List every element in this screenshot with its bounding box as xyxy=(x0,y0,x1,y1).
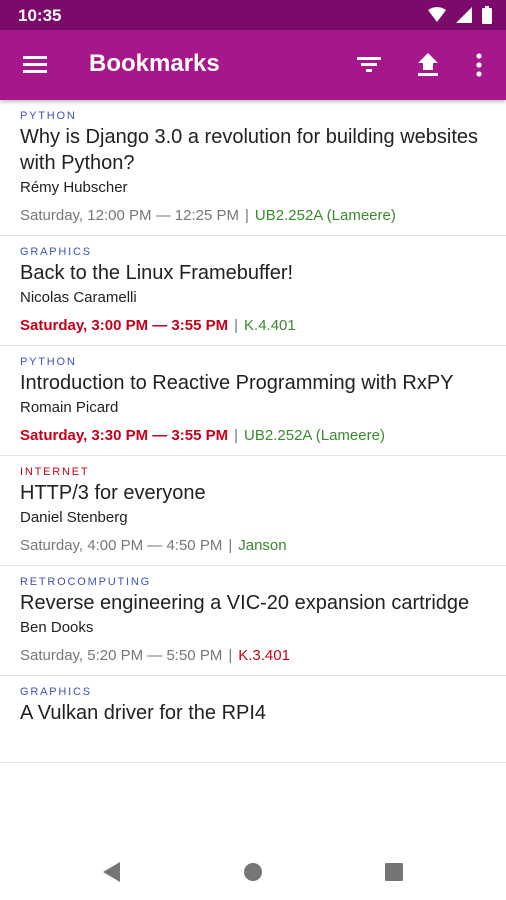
bookmark-item[interactable]: RETROCOMPUTING Reverse engineering a VIC-… xyxy=(0,566,506,676)
event-meta: Saturday, 3:00 PM — 3:55 PM | K.4.401 xyxy=(20,315,486,337)
page-title: Bookmarks xyxy=(89,50,220,77)
event-time: Saturday, 4:00 PM — 4:50 PM xyxy=(20,537,223,554)
event-meta: Saturday, 3:30 PM — 3:55 PM | UB2.252A (La… xyxy=(20,425,486,447)
bookmark-item[interactable]: PYTHON Introduction to Reactive Programmi… xyxy=(0,346,506,456)
event-title: Introduction to Reactive Programming wit… xyxy=(20,372,454,394)
app-bar: Bookmarks xyxy=(0,30,506,100)
wifi-icon xyxy=(428,7,446,22)
separator: | xyxy=(234,317,239,334)
track-label: INTERNET xyxy=(20,466,90,478)
event-room: Janson xyxy=(238,537,287,554)
signal-icon xyxy=(456,7,472,23)
separator: | xyxy=(228,647,233,664)
event-title: HTTP/3 for everyone xyxy=(20,482,206,504)
speaker-name: Rémy Hubscher xyxy=(20,179,128,196)
event-time: Saturday, 3:30 PM — 3:55 PM xyxy=(20,427,229,444)
menu-icon[interactable] xyxy=(22,52,48,78)
event-title: Why is Django 3.0 a revolution for build… xyxy=(20,126,479,174)
track-label: RETROCOMPUTING xyxy=(20,576,151,588)
bookmark-item[interactable]: GRAPHICS A Vulkan driver for the RPI4 xyxy=(0,676,506,763)
speaker-name: Ben Dooks xyxy=(20,619,94,636)
event-meta: Saturday, 12:00 PM — 12:25 PM | UB2.252A (… xyxy=(20,205,486,227)
event-room: UB2.252A (Lameere) xyxy=(254,207,396,224)
separator: | xyxy=(245,207,249,224)
filter-icon[interactable] xyxy=(356,52,382,78)
status-icons xyxy=(428,6,492,24)
speaker-name: Nicolas Caramelli xyxy=(20,289,137,306)
recents-icon[interactable] xyxy=(382,860,406,884)
track-label: GRAPHICS xyxy=(20,246,92,258)
separator: | xyxy=(234,427,239,444)
event-title: A Vulkan driver for the RPI4 xyxy=(20,702,267,724)
event-meta: Saturday, 5:20 PM — 5:50 PM | K.3.401 xyxy=(20,645,486,667)
event-room: K.3.401 xyxy=(238,647,290,664)
more-vert-icon[interactable] xyxy=(466,52,492,78)
event-meta: Saturday, 4:00 PM — 4:50 PM | Janson xyxy=(20,535,486,557)
back-icon[interactable] xyxy=(100,860,124,884)
speaker-name: Daniel Stenberg xyxy=(20,509,128,526)
event-title: Back to the Linux Framebuffer! xyxy=(20,262,294,284)
event-time: Saturday, 12:00 PM — 12:25 PM xyxy=(20,207,240,224)
event-room: UB2.252A (Lameere) xyxy=(244,427,385,444)
track-label: PYTHON xyxy=(20,356,77,368)
navigation-bar xyxy=(0,842,506,900)
event-room: K.4.401 xyxy=(244,317,296,334)
event-time: Saturday, 5:20 PM — 5:50 PM xyxy=(20,647,223,664)
bookmark-item[interactable]: GRAPHICS Back to the Linux Framebuffer! Ni… xyxy=(0,236,506,346)
status-time: 10:35 xyxy=(18,6,62,25)
separator: | xyxy=(228,537,233,554)
event-time: Saturday, 3:00 PM — 3:55 PM xyxy=(20,317,229,334)
event-meta xyxy=(20,732,486,754)
event-title: Reverse engineering a VIC-20 expansion c… xyxy=(20,592,470,614)
bookmark-item[interactable]: INTERNET HTTP/3 for everyone Daniel Stenbe… xyxy=(0,456,506,566)
track-label: PYTHON xyxy=(20,110,77,122)
speaker-name: Romain Picard xyxy=(20,399,119,416)
bookmarks-list[interactable]: PYTHON Why is Django 3.0 a revolution for… xyxy=(0,100,506,842)
track-label: GRAPHICS xyxy=(20,686,92,698)
home-icon[interactable] xyxy=(241,860,265,884)
battery-icon xyxy=(482,6,492,24)
upload-icon[interactable] xyxy=(415,52,441,78)
bookmark-item[interactable]: PYTHON Why is Django 3.0 a revolution for… xyxy=(0,100,506,236)
status-bar: 10:35 xyxy=(0,0,506,30)
